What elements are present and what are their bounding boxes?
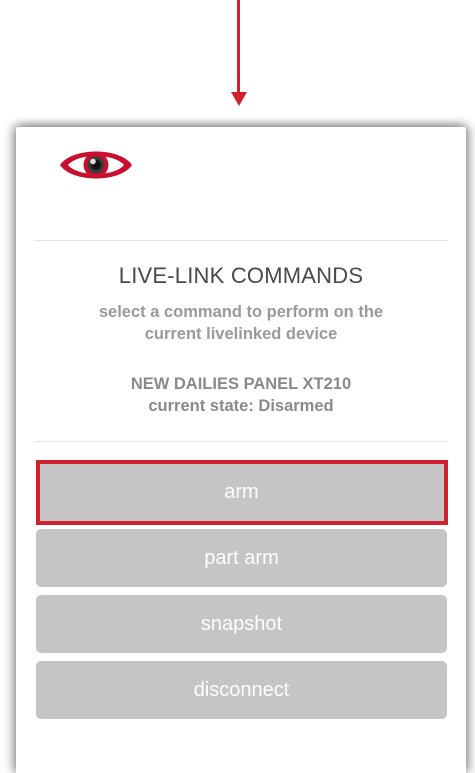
device-state: current state: Disarmed	[148, 397, 334, 415]
part-arm-button[interactable]: part arm	[36, 529, 447, 587]
eye-icon	[60, 151, 132, 179]
subtitle-line: current livelinked device	[144, 325, 338, 343]
screenshot-stage: LIVE-LINK COMMANDS select a command to p…	[0, 0, 475, 773]
header-divider	[34, 240, 448, 241]
disconnect-button[interactable]: disconnect	[36, 661, 447, 719]
subtitle-line: select a command to perform on the	[98, 303, 384, 321]
page-subtitle: select a command to perform on the curre…	[36, 301, 446, 345]
page-title: LIVE-LINK COMMANDS	[118, 263, 364, 288]
app-screen: LIVE-LINK COMMANDS select a command to p…	[16, 127, 466, 773]
annotation-arrow-head	[231, 92, 247, 106]
device-name: NEW DAILIES PANEL XT210	[130, 375, 352, 393]
arm-button[interactable]: arm	[36, 463, 447, 521]
section-divider	[34, 441, 448, 442]
device-info: NEW DAILIES PANEL XT210 current state: D…	[36, 373, 446, 417]
annotation-arrow-shaft	[237, 0, 240, 95]
app-header	[16, 127, 466, 240]
snapshot-button[interactable]: snapshot	[36, 595, 447, 653]
